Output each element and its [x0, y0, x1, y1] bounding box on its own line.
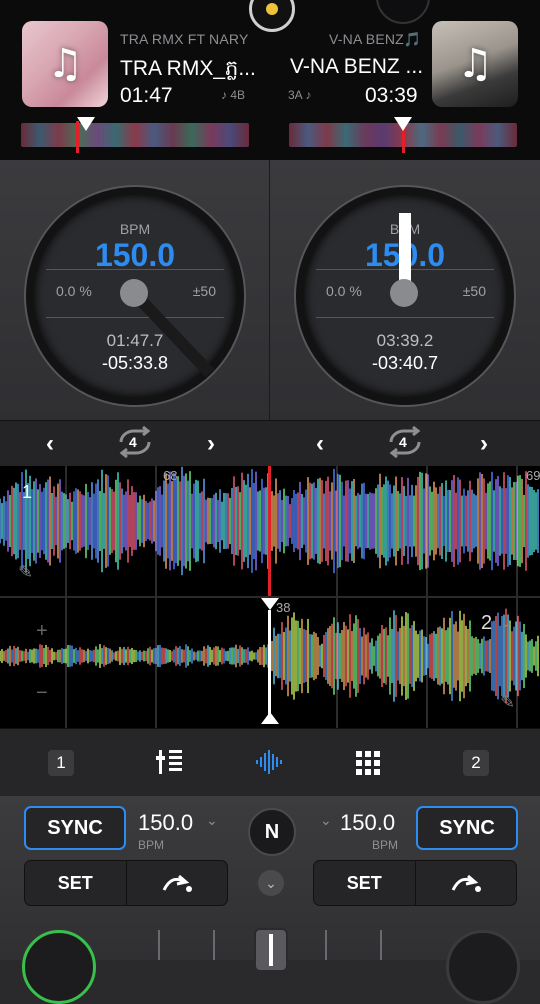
- crossfader-tick: [213, 930, 215, 960]
- deck-a-beat-label-68: 68: [163, 468, 178, 483]
- deck-b-loop-beats: 4: [399, 434, 407, 450]
- deck-a-beat-label-69: 69: [526, 468, 540, 483]
- crossfader-tick: [380, 930, 382, 960]
- loop-bar: [0, 420, 540, 467]
- deck-b-cue-controls: SET: [313, 860, 517, 906]
- music-note-icon: ♫: [457, 41, 493, 87]
- album-art-deck-b[interactable]: ♫: [432, 21, 518, 107]
- deck-b-playhead: [268, 610, 271, 720]
- deck-a-sync-button[interactable]: SYNC: [24, 806, 126, 850]
- deck-b-play-button[interactable]: [446, 930, 520, 1004]
- deck-b-pitch-knob[interactable]: [390, 279, 418, 307]
- deck-a-edit-pencil-icon[interactable]: ✎: [18, 562, 33, 583]
- deck-a-title: TRA RMX_ភ្ល...: [120, 57, 254, 80]
- deck-a-playhead: [268, 466, 271, 596]
- deck-a-overview-waveform[interactable]: [21, 123, 249, 147]
- deck-b-elapsed: 03:39: [365, 84, 418, 107]
- deck-a-overview-marker[interactable]: [77, 117, 95, 131]
- deck-a-loop-next-chevron-icon[interactable]: ›: [207, 430, 215, 458]
- deck-1-button[interactable]: 1: [48, 750, 74, 776]
- deck-a-cue-controls: SET: [24, 860, 228, 906]
- deck-a-beat-label-1: 1: [22, 482, 33, 502]
- deck-a-bpm[interactable]: 150.0: [138, 810, 193, 836]
- deck-b-loop-next-chevron-icon[interactable]: ›: [480, 430, 488, 458]
- deck-a-play-button[interactable]: [22, 930, 96, 1004]
- deck-b-number: 2: [481, 612, 493, 634]
- deck-a-bpm-unit: BPM: [138, 838, 165, 852]
- deck-a-key: ♪ 4B: [221, 88, 246, 102]
- deck-a-set-button[interactable]: SET: [25, 861, 127, 905]
- crossfader-handle[interactable]: [254, 928, 288, 972]
- expand-chevron-down-icon[interactable]: ⌄: [258, 870, 284, 896]
- deck-a-loop-prev-chevron-icon[interactable]: ‹: [46, 430, 54, 458]
- deck-b-platter[interactable]: BPM 150.0 0.0 % ±50 03:39.2 -03:40.7: [296, 187, 514, 405]
- deck-b-overview-marker[interactable]: [394, 117, 412, 131]
- deck-b-bpm[interactable]: 150.0: [340, 810, 395, 836]
- deck-a-platter[interactable]: BPM 150.0 0.0 % ±50 01:47.7 -05:33.8: [26, 187, 244, 405]
- crossfader-tick: [158, 930, 160, 960]
- deck-b-sync-button[interactable]: SYNC: [416, 806, 518, 850]
- deck-b-bpm-unit: BPM: [372, 838, 399, 852]
- deck-b-dropdown-chevron-icon[interactable]: ⌄: [500, 614, 512, 631]
- deck-b-jump-icon[interactable]: [416, 861, 517, 905]
- n-button[interactable]: N: [248, 808, 296, 856]
- deck-b-playhead-top-marker: [261, 598, 279, 610]
- waveform-view-icon[interactable]: [255, 748, 285, 776]
- deck-2-button[interactable]: 2: [463, 750, 489, 776]
- deck-b-title: V-NA BENZ ...: [290, 55, 424, 78]
- music-note-icon: ♫: [47, 41, 83, 87]
- deck-a-loop-beats: 4: [129, 434, 137, 450]
- crossfader-tick: [325, 930, 327, 960]
- deck-b-edit-pencil-icon[interactable]: ✎: [500, 692, 515, 713]
- zoom-out-icon[interactable]: −: [36, 682, 48, 705]
- deck-b-loop-prev-chevron-icon[interactable]: ‹: [316, 430, 324, 458]
- album-art-deck-a[interactable]: ♫: [22, 21, 108, 107]
- zoom-in-icon[interactable]: +: [36, 620, 48, 643]
- deck-b-artist: V-NA BENZ🎵: [329, 31, 422, 47]
- deck-a-bpm-dropdown-icon[interactable]: ⌄: [206, 812, 218, 829]
- deck-b-bpm-dropdown-icon[interactable]: ⌄: [320, 812, 332, 829]
- deck-a-pitch-knob[interactable]: [120, 279, 148, 307]
- deck-b-key: 3A ♪: [288, 88, 312, 102]
- deck-a-jump-icon[interactable]: [127, 861, 228, 905]
- deck-b-playhead-bottom-marker: [261, 712, 279, 724]
- deck-a-elapsed: 01:47: [120, 84, 173, 107]
- deck-a-artist: TRA RMX FT NARY: [120, 31, 249, 47]
- mixer-icon[interactable]: [156, 748, 186, 776]
- deck-b-set-button[interactable]: SET: [314, 861, 416, 905]
- pads-grid-icon[interactable]: [355, 750, 381, 776]
